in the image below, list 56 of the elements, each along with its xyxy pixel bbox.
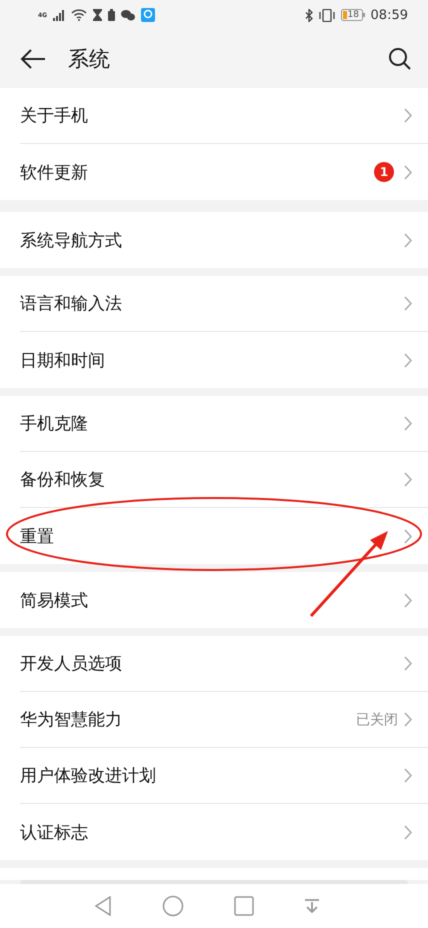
status-value: 已关闭 [356,710,398,728]
item-label: 认证标志 [20,822,89,844]
chevron-right-icon [404,472,412,487]
home-button[interactable] [162,895,184,917]
wifi-icon [71,9,88,21]
clock-time: 08:59 [370,8,408,22]
back-button[interactable] [20,49,46,69]
chevron-right-icon [404,108,412,123]
chevron-right-icon [404,416,412,431]
settings-item[interactable]: 备份和恢复 [20,452,428,508]
back-nav-button[interactable] [94,896,112,916]
chevron-right-icon [404,768,412,783]
notification-pull-button[interactable] [304,898,320,914]
item-label: 重置 [20,526,55,548]
vibrate-icon [318,8,335,22]
settings-item[interactable]: 语言和输入法 [20,276,428,332]
app-icon [141,8,156,22]
settings-item[interactable]: 手机克隆 [20,396,428,452]
chevron-right-icon [404,528,412,544]
chevron-right-icon [404,824,412,840]
chat-icon [121,9,136,21]
chevron-right-icon [404,296,412,311]
chevron-right-icon [404,232,412,248]
settings-item[interactable]: 用户体验改进计划 [20,748,428,804]
page-title: 系统 [68,46,111,73]
settings-item[interactable]: 华为智慧能力 已关闭 [20,692,428,748]
battery-small-icon [108,9,116,21]
settings-item[interactable]: 开发人员选项 [20,636,428,692]
item-label: 用户体验改进计划 [20,765,157,787]
chevron-right-icon [404,352,412,368]
item-label: 关于手机 [20,105,89,127]
item-label: 软件更新 [20,162,89,184]
settings-item[interactable]: 日期和时间 [20,332,428,388]
item-label: 日期和时间 [20,350,106,372]
notification-badge: 1 [374,162,394,182]
item-label: 华为智慧能力 [20,709,123,731]
signal-icon [53,10,66,20]
battery-icon: 18 [340,9,365,21]
hourglass-icon [93,9,102,21]
recents-button[interactable] [234,896,254,916]
settings-item[interactable]: 软件更新 1 [20,144,428,200]
search-button[interactable] [388,47,412,71]
item-label: 系统导航方式 [20,230,123,252]
item-label: 开发人员选项 [20,653,123,675]
item-label: 简易模式 [20,590,89,612]
item-label: 语言和输入法 [20,293,123,315]
chevron-right-icon [404,656,412,671]
item-label: 备份和恢复 [20,469,106,491]
bluetooth-icon [304,8,313,22]
settings-item[interactable]: 关于手机 [20,88,428,144]
chevron-right-icon [404,164,412,180]
settings-item[interactable]: 认证标志 [20,804,428,860]
settings-item[interactable]: 重置 [20,508,428,564]
chevron-right-icon [404,712,412,727]
item-label: 手机克隆 [20,413,89,435]
chevron-right-icon [404,592,412,608]
